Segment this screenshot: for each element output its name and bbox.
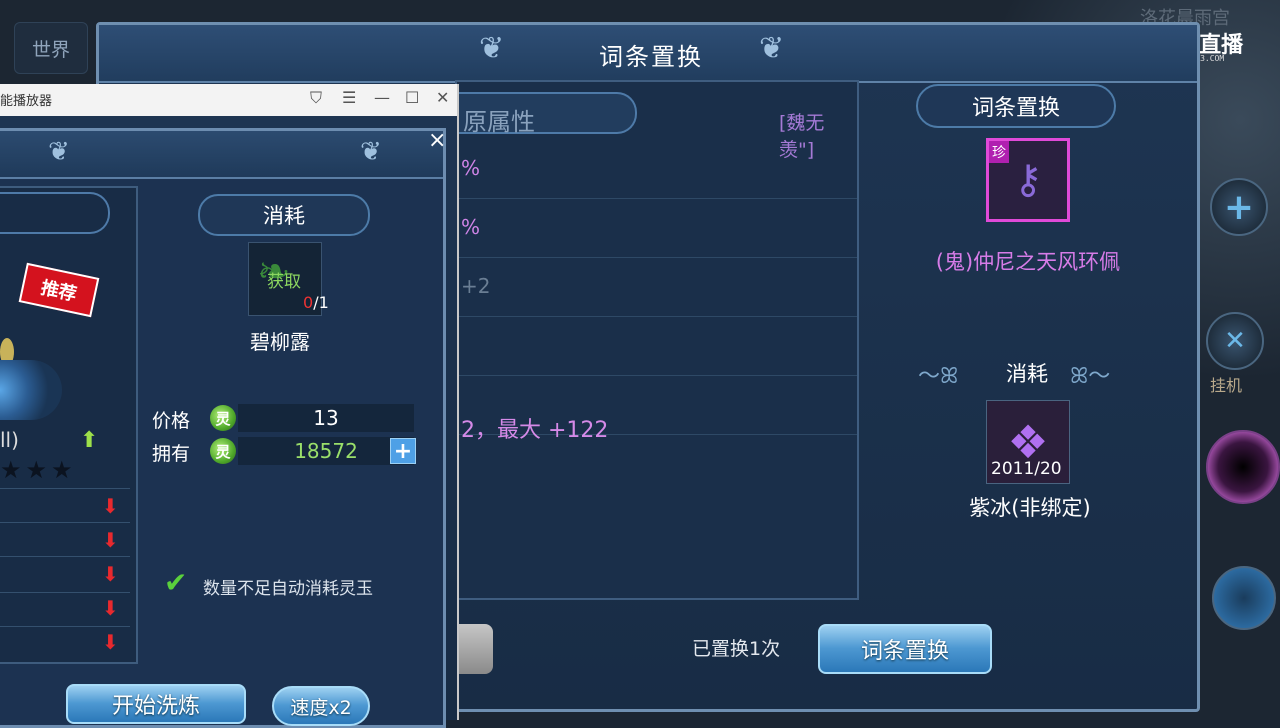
material-count: 2011/20 — [991, 459, 1062, 479]
attribute-row[interactable]: +2 — [457, 258, 857, 317]
attribute-rows: % % +2 — [457, 140, 857, 435]
grade-text: ll) — [0, 428, 19, 452]
pendant-icon: ⚷ — [1013, 157, 1043, 203]
star-rating: ★★★ — [0, 456, 77, 484]
replace-tab: 词条置换 — [916, 84, 1116, 128]
auto-consume-label: 数量不足自动消耗灵玉 — [203, 579, 373, 599]
equipment-name: (鬼)仲尼之天风环佩 — [935, 250, 1121, 274]
world-chat-button[interactable]: 世界 — [14, 22, 88, 74]
attribute-text: +2 — [461, 274, 491, 298]
attribute-row[interactable]: % — [457, 140, 857, 199]
attribute-list-header: 原属性 [魏无羡"] — [457, 88, 857, 161]
replace-count-text: 已置换1次 — [692, 638, 781, 660]
refine-close-icon[interactable]: × — [428, 128, 446, 153]
price-label: 价格 — [152, 410, 191, 432]
skill-orb-icon[interactable] — [1206, 430, 1280, 504]
material-slot[interactable]: ❖ 2011/20 — [986, 400, 1070, 484]
dew-item-slot[interactable]: ❧ 获取 0/1 — [248, 242, 329, 316]
downgrade-arrows: ⬇ ⬇ ⬇ ⬇ ⬇ — [102, 494, 119, 664]
qty-have: 0 — [303, 293, 314, 312]
maximize-icon[interactable]: ☐ — [405, 88, 419, 107]
skill-blue-icon[interactable] — [1212, 566, 1276, 630]
arrow-down-icon: ⬇ — [102, 630, 119, 654]
divider — [0, 488, 130, 489]
crossed-swords-icon[interactable]: ✕ — [1206, 312, 1264, 370]
add-icon[interactable]: + — [1210, 178, 1268, 236]
jade-currency-icon: 灵 — [210, 405, 236, 431]
equipment-slot[interactable]: 珍 ⚷ — [986, 138, 1070, 222]
auto-battle-label: 挂机 — [1210, 376, 1243, 395]
replace-panel-header: ❦ 词条置换 ❦ — [99, 25, 1197, 83]
arrow-down-icon: ⬇ — [102, 494, 119, 518]
cloud-ornament-icon: 〜ꕤ — [918, 364, 959, 389]
grey-button[interactable] — [455, 624, 493, 674]
attribute-text: % — [461, 156, 481, 180]
arrow-up-icon: ⬆ — [80, 428, 99, 453]
refine-left-tab[interactable] — [0, 192, 110, 234]
auto-consume-checkbox[interactable]: ✔ — [164, 566, 187, 599]
rare-badge: 珍 — [989, 141, 1009, 163]
qty-need: /1 — [313, 293, 329, 312]
get-label: 获取 — [267, 272, 301, 292]
attribute-row[interactable]: % — [457, 199, 857, 258]
own-label: 拥有 — [152, 443, 191, 465]
cloud-ornament-icon: ꕤ〜 — [1070, 364, 1111, 389]
arrow-down-icon: ⬇ — [102, 596, 119, 620]
attribute-row[interactable] — [457, 317, 857, 376]
swirl-ornament-icon: ❦ — [360, 137, 382, 167]
blue-swirl-icon — [0, 360, 62, 420]
add-jade-button[interactable]: + — [390, 438, 416, 464]
own-value: 18572 — [238, 437, 414, 465]
attribute-max-text: 2，最大 +122 — [461, 418, 609, 443]
item-quantity: 0/1 — [303, 293, 329, 312]
replace-button[interactable]: 词条置换 — [818, 624, 992, 674]
arrow-down-icon: ⬇ — [102, 562, 119, 586]
consume-divider: 〜ꕤ 消耗 ꕤ〜 — [918, 358, 1138, 389]
attribute-list-box: 原属性 [魏无羡"] % % +2 2，最大 +122 — [455, 80, 859, 600]
swirl-ornament-icon: ❦ — [759, 31, 785, 66]
original-attr-label: 原属性 — [463, 108, 535, 136]
minimize-icon[interactable]: — — [374, 88, 390, 107]
jade-currency-icon: 灵 — [210, 438, 236, 464]
skin-icon[interactable]: ⛉ — [310, 88, 322, 108]
close-icon[interactable]: ✕ — [436, 88, 449, 107]
original-attr-tab: 原属性 — [457, 92, 637, 136]
speed-button[interactable]: 速度x2 — [272, 686, 370, 726]
material-name: 紫冰(非绑定) — [969, 496, 1091, 520]
arrow-down-icon: ⬇ — [102, 528, 119, 552]
media-titlebar[interactable]: 能播放器 ⛉ ☰ — ☐ ✕ — [0, 84, 457, 116]
price-value: 13 — [238, 404, 414, 432]
consume-tab: 消耗 — [198, 194, 370, 236]
menu-icon[interactable]: ☰ — [342, 88, 356, 107]
dew-item-name: 碧柳露 — [250, 330, 310, 354]
start-refine-button[interactable]: 开始洗炼 — [66, 684, 246, 724]
swirl-ornament-icon: ❦ — [48, 137, 70, 167]
consume-label: 消耗 — [1006, 362, 1048, 386]
media-window-title: 能播放器 — [0, 94, 53, 109]
panel-title: 词条置换 — [599, 43, 703, 71]
refine-panel-header: ❦ ❦ — [0, 131, 443, 179]
attribute-text: % — [461, 215, 481, 239]
